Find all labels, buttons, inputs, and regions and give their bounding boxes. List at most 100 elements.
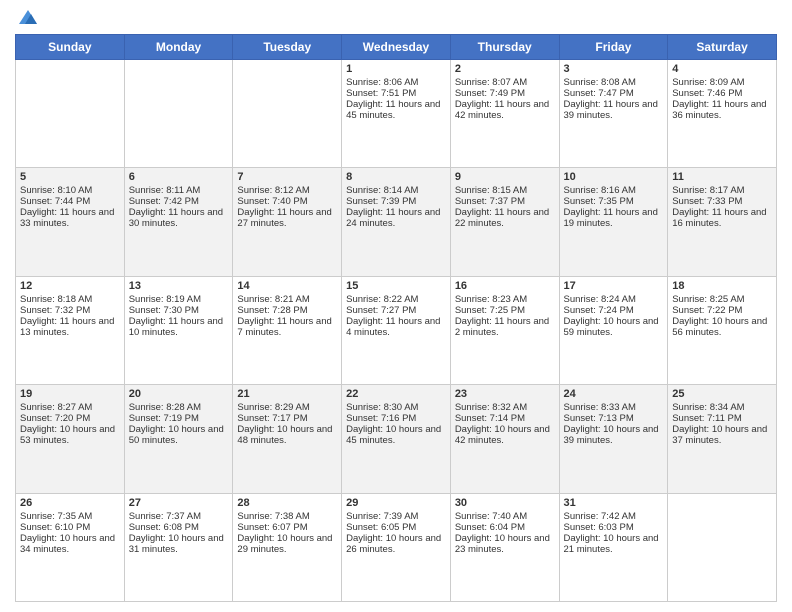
calendar-cell: 6Sunrise: 8:11 AMSunset: 7:42 PMDaylight…: [124, 168, 233, 276]
day-info-line: Daylight: 11 hours and 22 minutes.: [455, 207, 555, 229]
day-info-line: Sunset: 7:25 PM: [455, 305, 555, 316]
day-info-line: Daylight: 10 hours and 39 minutes.: [564, 424, 664, 446]
calendar-cell: 30 Sunrise: 7:40 AMSunset: 6:04 PMDayligh…: [450, 493, 559, 601]
day-number: 25: [672, 388, 772, 400]
day-number: 8: [346, 171, 446, 183]
day-info-line: Sunrise: 7:35 AM: [20, 511, 120, 522]
day-info-line: Sunset: 7:39 PM: [346, 196, 446, 207]
day-info-line: Daylight: 11 hours and 7 minutes.: [237, 316, 337, 338]
day-info-line: Daylight: 10 hours and 34 minutes.: [20, 533, 120, 555]
day-info-line: Sunset: 7:37 PM: [455, 196, 555, 207]
day-header: Friday: [559, 35, 668, 60]
day-info-line: Sunset: 6:07 PM: [237, 522, 337, 533]
day-number: 31: [564, 497, 664, 509]
day-info-line: Sunset: 6:10 PM: [20, 522, 120, 533]
day-info-line: Daylight: 10 hours and 59 minutes.: [564, 316, 664, 338]
day-header: Sunday: [16, 35, 125, 60]
calendar-cell: 24Sunrise: 8:33 AMSunset: 7:13 PMDayligh…: [559, 385, 668, 493]
day-info-line: Daylight: 11 hours and 36 minutes.: [672, 99, 772, 121]
calendar-cell: 27Sunrise: 7:37 AMSunset: 6:08 PMDayligh…: [124, 493, 233, 601]
day-number: 15: [346, 280, 446, 292]
day-info-line: Sunrise: 7:42 AM: [564, 511, 664, 522]
day-info-line: Sunrise: 8:15 AM: [455, 185, 555, 196]
day-info-line: Sunrise: 7:37 AM: [129, 511, 229, 522]
day-info-line: Sunset: 7:46 PM: [672, 88, 772, 99]
header: [15, 10, 777, 28]
header-row: SundayMondayTuesdayWednesdayThursdayFrid…: [16, 35, 777, 60]
day-info-line: Daylight: 10 hours and 26 minutes.: [346, 533, 446, 555]
day-info-line: Sunset: 7:17 PM: [237, 413, 337, 424]
day-number: 6: [129, 171, 229, 183]
calendar-cell: 23Sunrise: 8:32 AMSunset: 7:14 PMDayligh…: [450, 385, 559, 493]
calendar-cell: 9Sunrise: 8:15 AMSunset: 7:37 PMDaylight…: [450, 168, 559, 276]
day-info-line: Sunset: 6:08 PM: [129, 522, 229, 533]
logo-icon: [17, 6, 39, 28]
day-info-line: Daylight: 10 hours and 45 minutes.: [346, 424, 446, 446]
day-number: 21: [237, 388, 337, 400]
calendar-week-row: 1Sunrise: 8:06 AMSunset: 7:51 PMDaylight…: [16, 60, 777, 168]
calendar-week-row: 26Sunrise: 7:35 AMSunset: 6:10 PMDayligh…: [16, 493, 777, 601]
calendar-cell: 15Sunrise: 8:22 AMSunset: 7:27 PMDayligh…: [342, 276, 451, 384]
day-info-line: Sunset: 7:35 PM: [564, 196, 664, 207]
day-info-line: Sunset: 7:24 PM: [564, 305, 664, 316]
day-info-line: Daylight: 11 hours and 39 minutes.: [564, 99, 664, 121]
day-info-line: Daylight: 11 hours and 33 minutes.: [20, 207, 120, 229]
day-header: Thursday: [450, 35, 559, 60]
calendar-table: SundayMondayTuesdayWednesdayThursdayFrid…: [15, 34, 777, 602]
day-info-line: Sunrise: 8:06 AM: [346, 77, 446, 88]
day-number: 7: [237, 171, 337, 183]
day-info-line: Sunrise: 8:30 AM: [346, 402, 446, 413]
day-info-line: Daylight: 10 hours and 37 minutes.: [672, 424, 772, 446]
day-info-line: Sunset: 7:47 PM: [564, 88, 664, 99]
calendar-cell: 3Sunrise: 8:08 AMSunset: 7:47 PMDaylight…: [559, 60, 668, 168]
calendar-cell: 14Sunrise: 8:21 AMSunset: 7:28 PMDayligh…: [233, 276, 342, 384]
calendar-cell: 16 Sunrise: 8:23 AMSunset: 7:25 PMDayligh…: [450, 276, 559, 384]
day-info-line: Sunrise: 8:21 AM: [237, 294, 337, 305]
calendar-cell: [16, 60, 125, 168]
day-info-line: Sunrise: 8:23 AM: [455, 294, 555, 305]
day-info-line: Sunrise: 8:14 AM: [346, 185, 446, 196]
calendar-cell: [124, 60, 233, 168]
day-info-line: Sunset: 7:20 PM: [20, 413, 120, 424]
day-info-line: Sunrise: 8:12 AM: [237, 185, 337, 196]
day-number: 26: [20, 497, 120, 509]
day-number: 30: [455, 497, 555, 509]
day-info-line: Daylight: 10 hours and 31 minutes.: [129, 533, 229, 555]
day-number: 3: [564, 63, 664, 75]
day-info-line: Sunrise: 8:19 AM: [129, 294, 229, 305]
day-info-line: Daylight: 10 hours and 50 minutes.: [129, 424, 229, 446]
day-info-line: Sunrise: 8:28 AM: [129, 402, 229, 413]
logo: [15, 14, 39, 28]
day-info-line: Sunset: 6:03 PM: [564, 522, 664, 533]
day-number: 1: [346, 63, 446, 75]
day-info-line: Daylight: 10 hours and 21 minutes.: [564, 533, 664, 555]
day-info-line: Daylight: 10 hours and 29 minutes.: [237, 533, 337, 555]
day-info-line: Sunrise: 8:18 AM: [20, 294, 120, 305]
calendar-cell: 5Sunrise: 8:10 AMSunset: 7:44 PMDaylight…: [16, 168, 125, 276]
day-info-line: Sunset: 6:05 PM: [346, 522, 446, 533]
day-info-line: Sunrise: 7:40 AM: [455, 511, 555, 522]
day-info-line: Daylight: 11 hours and 19 minutes.: [564, 207, 664, 229]
day-info-line: Daylight: 11 hours and 10 minutes.: [129, 316, 229, 338]
calendar-cell: 4Sunrise: 8:09 AMSunset: 7:46 PMDaylight…: [668, 60, 777, 168]
calendar-cell: 20Sunrise: 8:28 AMSunset: 7:19 PMDayligh…: [124, 385, 233, 493]
calendar-cell: 29Sunrise: 7:39 AMSunset: 6:05 PMDayligh…: [342, 493, 451, 601]
day-info-line: Daylight: 10 hours and 42 minutes.: [455, 424, 555, 446]
day-info-line: Sunrise: 8:33 AM: [564, 402, 664, 413]
calendar-cell: 13Sunrise: 8:19 AMSunset: 7:30 PMDayligh…: [124, 276, 233, 384]
calendar-week-row: 19Sunrise: 8:27 AMSunset: 7:20 PMDayligh…: [16, 385, 777, 493]
calendar-cell: 7Sunrise: 8:12 AMSunset: 7:40 PMDaylight…: [233, 168, 342, 276]
day-info-line: Sunset: 6:04 PM: [455, 522, 555, 533]
day-info-line: Daylight: 11 hours and 45 minutes.: [346, 99, 446, 121]
day-header: Tuesday: [233, 35, 342, 60]
day-info-line: Sunrise: 8:11 AM: [129, 185, 229, 196]
calendar-cell: 25Sunrise: 8:34 AMSunset: 7:11 PMDayligh…: [668, 385, 777, 493]
day-info-line: Daylight: 11 hours and 2 minutes.: [455, 316, 555, 338]
day-info-line: Sunrise: 8:17 AM: [672, 185, 772, 196]
day-number: 4: [672, 63, 772, 75]
calendar-cell: 18Sunrise: 8:25 AMSunset: 7:22 PMDayligh…: [668, 276, 777, 384]
day-info-line: Daylight: 10 hours and 23 minutes.: [455, 533, 555, 555]
day-number: 13: [129, 280, 229, 292]
day-number: 16: [455, 280, 555, 292]
day-info-line: Daylight: 11 hours and 27 minutes.: [237, 207, 337, 229]
